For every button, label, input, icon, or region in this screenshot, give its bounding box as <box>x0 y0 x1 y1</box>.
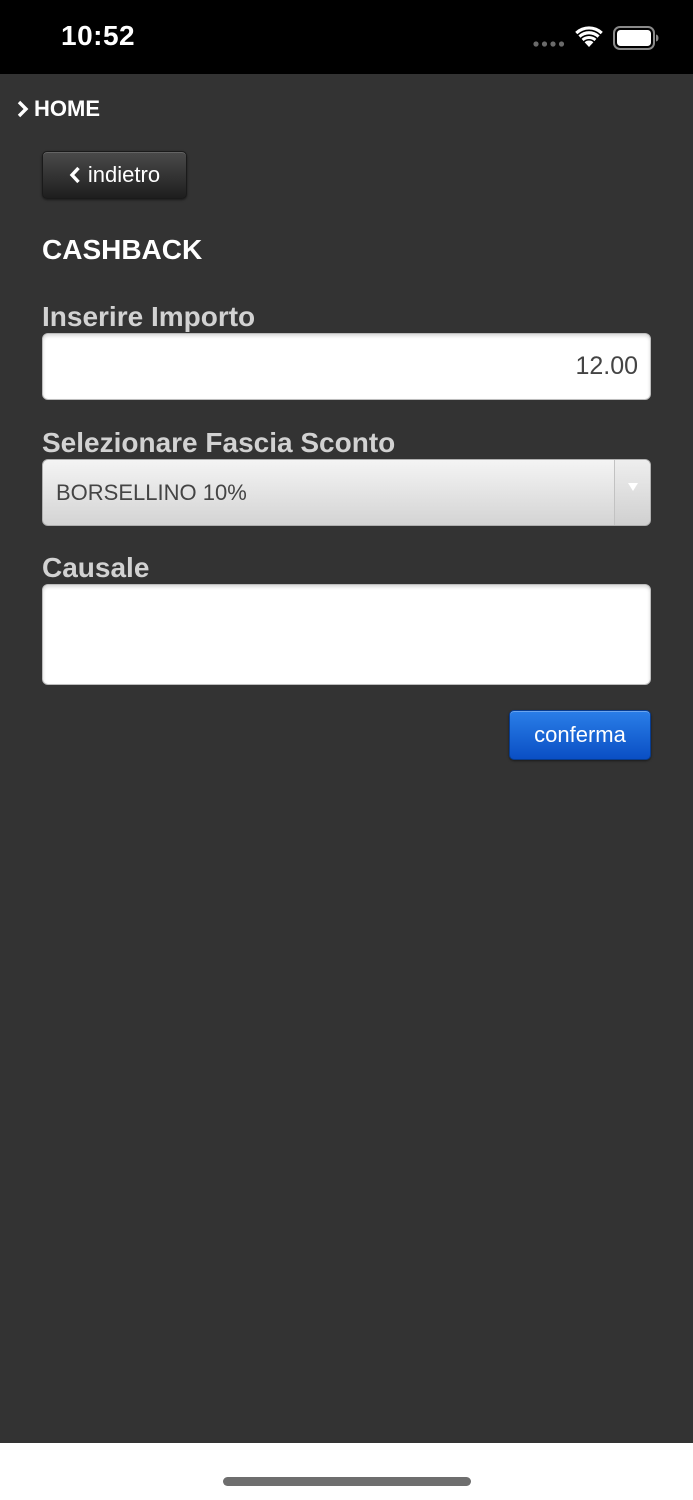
discount-label: Selezionare Fascia Sconto <box>42 427 396 458</box>
page-title: CASHBACK <box>42 234 203 265</box>
chevron-down-icon <box>627 483 638 491</box>
wifi-icon <box>575 26 603 47</box>
chevron-right-icon <box>17 100 29 118</box>
reason-input[interactable] <box>42 584 651 685</box>
battery-icon <box>613 26 659 50</box>
discount-select-value: BORSELLINO 10% <box>56 479 247 505</box>
home-link[interactable]: HOME <box>16 96 100 122</box>
status-time: 10:52 <box>61 20 136 51</box>
chevron-left-icon <box>69 166 80 184</box>
main-content: HOME indietro CASHBACK Inserire Importo … <box>0 74 693 1443</box>
amount-input[interactable] <box>42 333 651 400</box>
reason-label: Causale <box>42 552 150 583</box>
select-arrow <box>614 460 650 525</box>
status-bar: 10:52 <box>0 0 693 74</box>
confirm-button[interactable]: conferma <box>509 710 651 760</box>
back-button-label: indietro <box>87 162 161 187</box>
amount-label: Inserire Importo <box>42 301 256 332</box>
home-link-label: HOME <box>34 96 100 121</box>
discount-select[interactable]: BORSELLINO 10% <box>42 459 651 526</box>
back-button[interactable]: indietro <box>42 151 187 199</box>
home-indicator-area <box>0 1443 693 1500</box>
screen: 10:52 HOME indietro CASHBACK Inserire Im… <box>0 0 693 1500</box>
home-indicator[interactable] <box>223 1477 471 1486</box>
signal-icon <box>533 41 565 47</box>
